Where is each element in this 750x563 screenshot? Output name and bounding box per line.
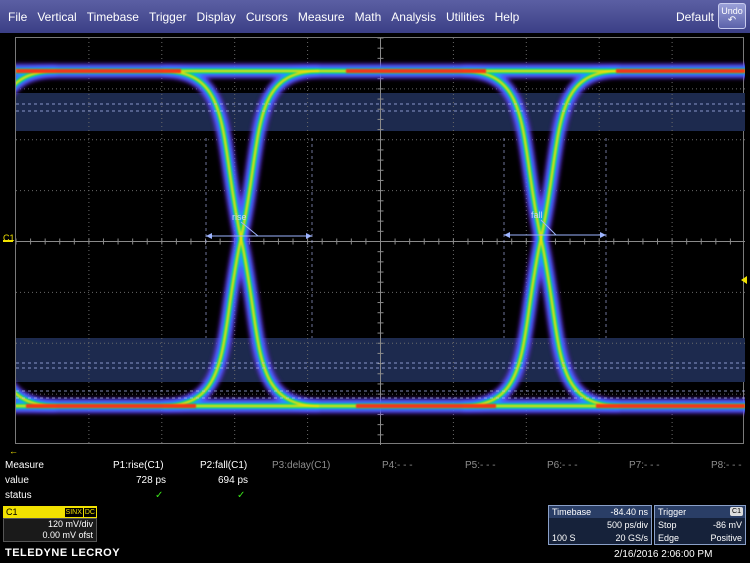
menu-file[interactable]: File	[0, 10, 32, 24]
trigger-mode-row: Stop -86 mV	[655, 519, 745, 531]
timebase-tdiv-row: 500 ps/div	[549, 519, 651, 531]
channel-tag-dc: DC	[83, 507, 96, 517]
measure-status-row: status ✓ ✓	[0, 490, 750, 504]
menu-measure[interactable]: Measure	[293, 10, 350, 24]
timestamp: 2/16/2016 2:06:00 PM	[614, 549, 713, 560]
trigger-descriptor[interactable]: Trigger C1 Stop -86 mV Edge Positive	[654, 505, 746, 545]
param-p1-name[interactable]: P1:rise(C1)	[113, 460, 164, 471]
fall-label: fall	[531, 210, 543, 220]
trigger-title-row: Trigger C1	[655, 506, 745, 518]
timebase-title: Timebase	[552, 507, 592, 517]
measure-label[interactable]: Measure	[5, 460, 44, 471]
channel-c1-offset-line	[3, 240, 13, 242]
menu-bar: File Vertical Timebase Trigger Display C…	[0, 0, 750, 33]
measure-table: Measure P1:rise(C1) P2:fall(C1) P3:delay…	[0, 460, 750, 504]
param-p2-status-check-icon: ✓	[237, 490, 246, 501]
param-p2-name[interactable]: P2:fall(C1)	[200, 460, 247, 471]
trigger-position-arrow-icon: ←	[9, 446, 18, 456]
brand-logo: TELEDYNE LECROY	[5, 547, 121, 559]
timebase-delay: -84.40 ns	[610, 507, 648, 517]
undo-button[interactable]: Undo ↶	[718, 3, 746, 29]
menu-trigger[interactable]: Trigger	[144, 10, 192, 24]
trigger-source-badge: C1	[730, 507, 743, 516]
waveform-grid[interactable]: rise fall	[15, 37, 745, 445]
menu-help[interactable]: Help	[490, 10, 525, 24]
menu-cursors[interactable]: Cursors	[241, 10, 293, 24]
timebase-descriptor[interactable]: Timebase -84.40 ns 500 ps/div 100 S 20 G…	[548, 505, 652, 545]
trigger-type-row: Edge Positive	[655, 532, 745, 544]
param-p7-name[interactable]: P7:- - -	[629, 460, 660, 471]
trigger-title: Trigger	[658, 507, 687, 517]
channel-c1-header: C1 SINX DC	[3, 506, 97, 518]
param-p8-name[interactable]: P8:- - -	[711, 460, 742, 471]
param-p4-name[interactable]: P4:- - -	[382, 460, 413, 471]
trigger-level-marker[interactable]	[741, 276, 747, 284]
menu-timebase[interactable]: Timebase	[82, 10, 144, 24]
timebase-rate-row: 100 S 20 GS/s	[549, 532, 651, 544]
menu-vertical[interactable]: Vertical	[32, 10, 81, 24]
timebase-tdiv: 500 ps/div	[606, 520, 648, 530]
measure-value-row: value 728 ps 694 ps	[0, 475, 750, 489]
param-p1-status-check-icon: ✓	[155, 490, 164, 501]
channel-offset: 0.00 mV ofst	[42, 530, 93, 540]
param-p6-name[interactable]: P6:- - -	[547, 460, 578, 471]
status-row-label: status	[5, 490, 32, 501]
channel-vdiv: 120 mV/div	[47, 519, 93, 529]
param-p3-name[interactable]: P3:delay(C1)	[272, 460, 330, 471]
default-setup-label[interactable]: Default	[676, 10, 714, 24]
param-p5-name[interactable]: P5:- - -	[465, 460, 496, 471]
fall-annotation: fall	[504, 210, 606, 238]
channel-c1-body: 120 mV/div 0.00 mV ofst	[3, 518, 97, 542]
menu-display[interactable]: Display	[192, 10, 241, 24]
menu-analysis[interactable]: Analysis	[386, 10, 441, 24]
channel-tag-sinx: SINX	[64, 507, 83, 517]
rise-label: rise	[232, 212, 247, 222]
trigger-slope: Positive	[710, 533, 742, 543]
rise-annotation: rise	[206, 212, 312, 239]
menu-math[interactable]: Math	[350, 10, 387, 24]
undo-arrow-icon: ↶	[727, 15, 737, 26]
value-row-label: value	[5, 475, 29, 486]
trigger-type: Edge	[658, 533, 680, 543]
menu-utilities[interactable]: Utilities	[441, 10, 490, 24]
eye-diagram-display: rise fall	[16, 38, 745, 445]
channel-c1-name: C1	[6, 507, 18, 517]
timebase-rate: 20 GS/s	[615, 533, 648, 543]
trigger-level: -86 mV	[712, 520, 742, 530]
channel-c1-descriptor[interactable]: C1 SINX DC 120 mV/div 0.00 mV ofst	[3, 506, 97, 542]
trigger-mode: Stop	[658, 520, 677, 530]
timebase-title-row: Timebase -84.40 ns	[549, 506, 651, 518]
timebase-samples: 100 S	[552, 533, 576, 543]
measure-header-row: Measure P1:rise(C1) P2:fall(C1) P3:delay…	[0, 460, 750, 474]
param-p1-value: 728 ps	[136, 475, 167, 486]
param-p2-value: 694 ps	[218, 475, 249, 486]
